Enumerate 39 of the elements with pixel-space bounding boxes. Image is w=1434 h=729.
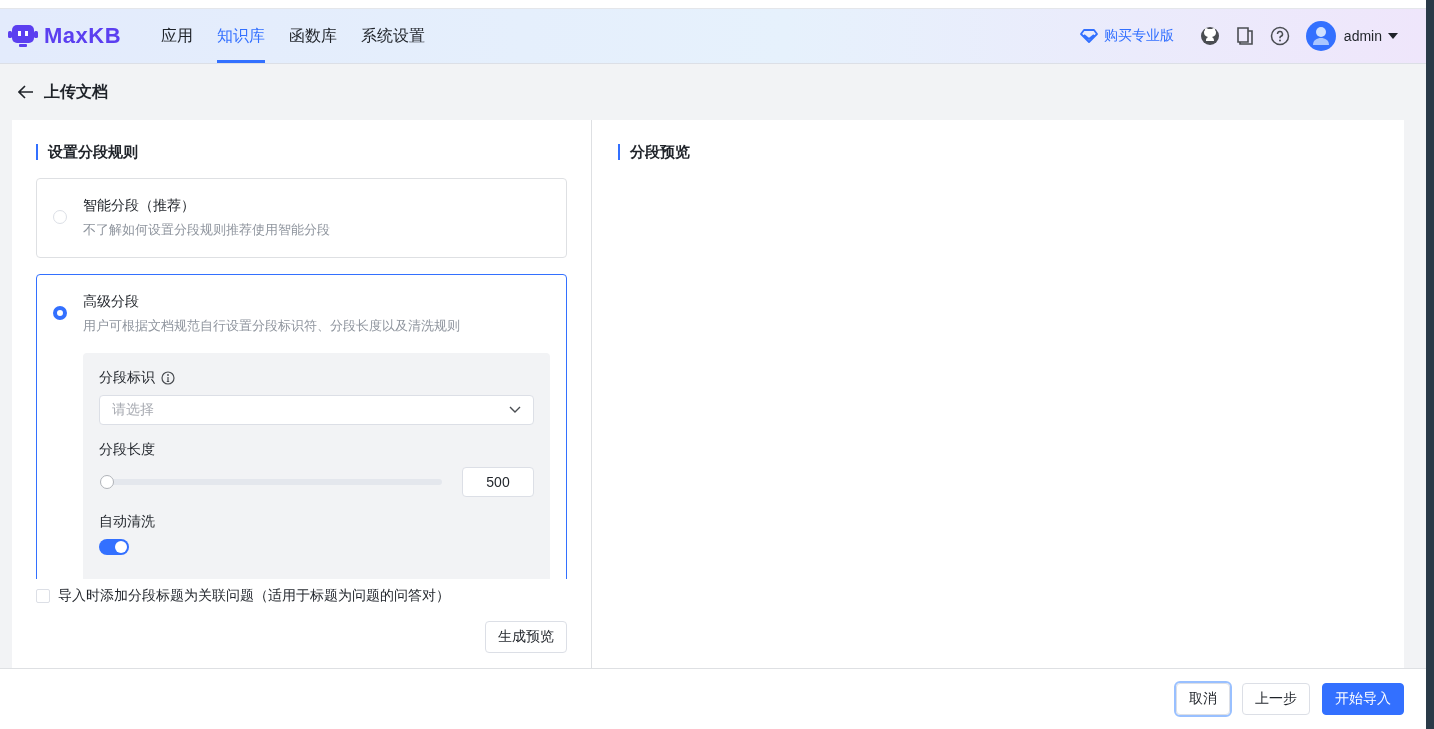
- option-description: 用户可根据文档规范自行设置分段标识符、分段长度以及清洗规则: [83, 317, 461, 335]
- nav-tab[interactable]: 应用: [161, 9, 194, 63]
- chevron-down-icon[interactable]: [509, 406, 521, 414]
- back-arrow-icon[interactable]: [18, 85, 34, 99]
- option-description: 不了解如何设置分段规则推荐使用智能分段: [83, 221, 331, 239]
- nav-tab[interactable]: 系统设置: [361, 9, 426, 63]
- page-title: 上传文档: [44, 81, 108, 102]
- field-label: 自动清洗: [99, 513, 155, 531]
- avatar[interactable]: [1305, 21, 1336, 51]
- upgrade-link[interactable]: 购买专业版: [1079, 27, 1174, 45]
- info-icon[interactable]: [161, 371, 175, 385]
- option-title: 高级分段: [83, 293, 140, 311]
- nav-tab[interactable]: 函数库: [289, 9, 338, 63]
- segment-option-card[interactable]: 高级分段 用户可根据文档规范自行设置分段标识符、分段长度以及清洗规则 分段标识 请选择 分段长度 500 自动清洗: [36, 274, 567, 579]
- option-title: 智能分段（推荐）: [83, 197, 196, 215]
- book-icon[interactable]: [1235, 26, 1254, 46]
- generate-preview-button[interactable]: 生成预览: [485, 621, 567, 653]
- checkbox[interactable]: [36, 589, 50, 603]
- github-icon[interactable]: [1199, 26, 1220, 46]
- footer-button[interactable]: 取消: [1176, 683, 1230, 715]
- nav-tab[interactable]: 知识库: [217, 9, 266, 63]
- user-menu[interactable]: admin: [1343, 28, 1398, 44]
- radio-button[interactable]: [53, 306, 67, 320]
- help-icon[interactable]: [1269, 26, 1290, 46]
- length-input[interactable]: 500: [462, 467, 534, 497]
- robot-logo-icon: [8, 23, 38, 49]
- toggle-switch[interactable]: [99, 539, 129, 555]
- caret-down-icon[interactable]: [1388, 33, 1398, 39]
- footer-button[interactable]: 上一步: [1242, 683, 1310, 715]
- slider-thumb[interactable]: [100, 475, 114, 489]
- diamond-icon: [1079, 29, 1098, 43]
- section-title: 设置分段规则: [36, 144, 567, 160]
- logo-text: MaxKB: [44, 23, 122, 49]
- section-title: 分段预览: [618, 144, 1378, 160]
- checkbox-label: 导入时添加分段标题为关联问题（适用于标题为问题的问答对）: [58, 587, 450, 605]
- field-label: 分段标识: [99, 369, 155, 387]
- footer-button[interactable]: 开始导入: [1322, 683, 1404, 715]
- segment-option-card[interactable]: 智能分段（推荐） 不了解如何设置分段规则推荐使用智能分段: [36, 178, 567, 258]
- field-label: 分段长度: [99, 441, 155, 459]
